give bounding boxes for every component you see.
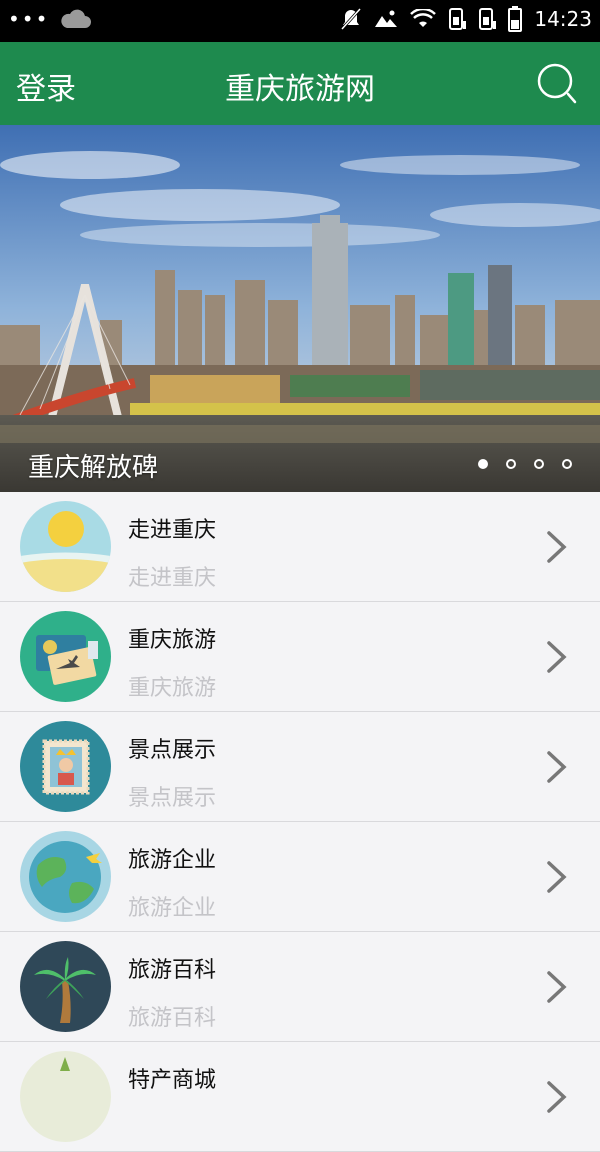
banner-carousel[interactable]: 重庆解放碑	[0, 125, 600, 492]
item-title: 旅游企业	[128, 848, 217, 873]
carousel-dot[interactable]	[478, 459, 488, 469]
item-title: 走进重庆	[128, 518, 217, 543]
chevron-right-icon	[547, 1081, 567, 1113]
list-item-specialty-mall[interactable]: 特产商城	[0, 1042, 600, 1152]
status-left: •••	[8, 7, 92, 31]
list-item-chongqing-travel[interactable]: 重庆旅游 重庆旅游	[0, 602, 600, 712]
chevron-right-icon	[547, 751, 567, 783]
carousel-dot[interactable]	[506, 459, 516, 469]
carousel-dot[interactable]	[562, 459, 572, 469]
globe-plane-icon	[20, 831, 111, 922]
wifi-icon	[410, 9, 437, 29]
page-title: 重庆旅游网	[225, 72, 375, 107]
sun-beach-icon	[20, 501, 111, 592]
chevron-right-icon	[547, 531, 567, 563]
status-right: 14:23	[340, 6, 592, 32]
app-header: 登录 重庆旅游网	[0, 42, 600, 125]
clock: 14:23	[534, 7, 592, 31]
mute-icon	[340, 7, 362, 31]
item-subtitle: 景点展示	[128, 786, 217, 811]
carousel-indicators	[478, 459, 572, 469]
list-item-attractions[interactable]: 景点展示 景点展示	[0, 712, 600, 822]
item-title: 旅游百科	[128, 958, 217, 983]
chevron-right-icon	[547, 861, 567, 893]
chevron-right-icon	[547, 641, 567, 673]
chevron-right-icon	[547, 971, 567, 1003]
list-item-travel-companies[interactable]: 旅游企业 旅游企业	[0, 822, 600, 932]
palm-tree-icon	[20, 941, 111, 1032]
item-subtitle: 重庆旅游	[128, 676, 217, 701]
list-item-travel-encyclopedia[interactable]: 旅游百科 旅游百科	[0, 932, 600, 1042]
list-item-walk-into-chongqing[interactable]: 走进重庆 走进重庆	[0, 492, 600, 602]
cloud-icon	[59, 8, 92, 30]
menu-list: 走进重庆 走进重庆 重庆旅游 重庆旅游 景点展示 景点展示 旅游企业 旅游企业 …	[0, 492, 600, 1152]
search-icon[interactable]	[536, 62, 580, 106]
item-title: 景点展示	[128, 738, 217, 763]
battery-icon	[508, 6, 523, 32]
banner-image	[0, 125, 600, 492]
sim2-icon	[478, 7, 497, 31]
banner-caption: 重庆解放碑	[28, 453, 159, 483]
item-title: 重庆旅游	[128, 628, 217, 653]
carousel-dot[interactable]	[534, 459, 544, 469]
stamp-king-icon	[20, 721, 111, 812]
sim1-icon	[448, 7, 467, 31]
item-subtitle: 旅游百科	[128, 1006, 217, 1031]
overflow-dots: •••	[8, 7, 50, 31]
status-bar: ••• 14:23	[0, 0, 600, 42]
mall-icon	[20, 1051, 111, 1142]
item-subtitle: 走进重庆	[128, 566, 217, 591]
passport-ticket-icon	[20, 611, 111, 702]
item-subtitle: 旅游企业	[128, 896, 217, 921]
image-icon	[374, 9, 398, 29]
